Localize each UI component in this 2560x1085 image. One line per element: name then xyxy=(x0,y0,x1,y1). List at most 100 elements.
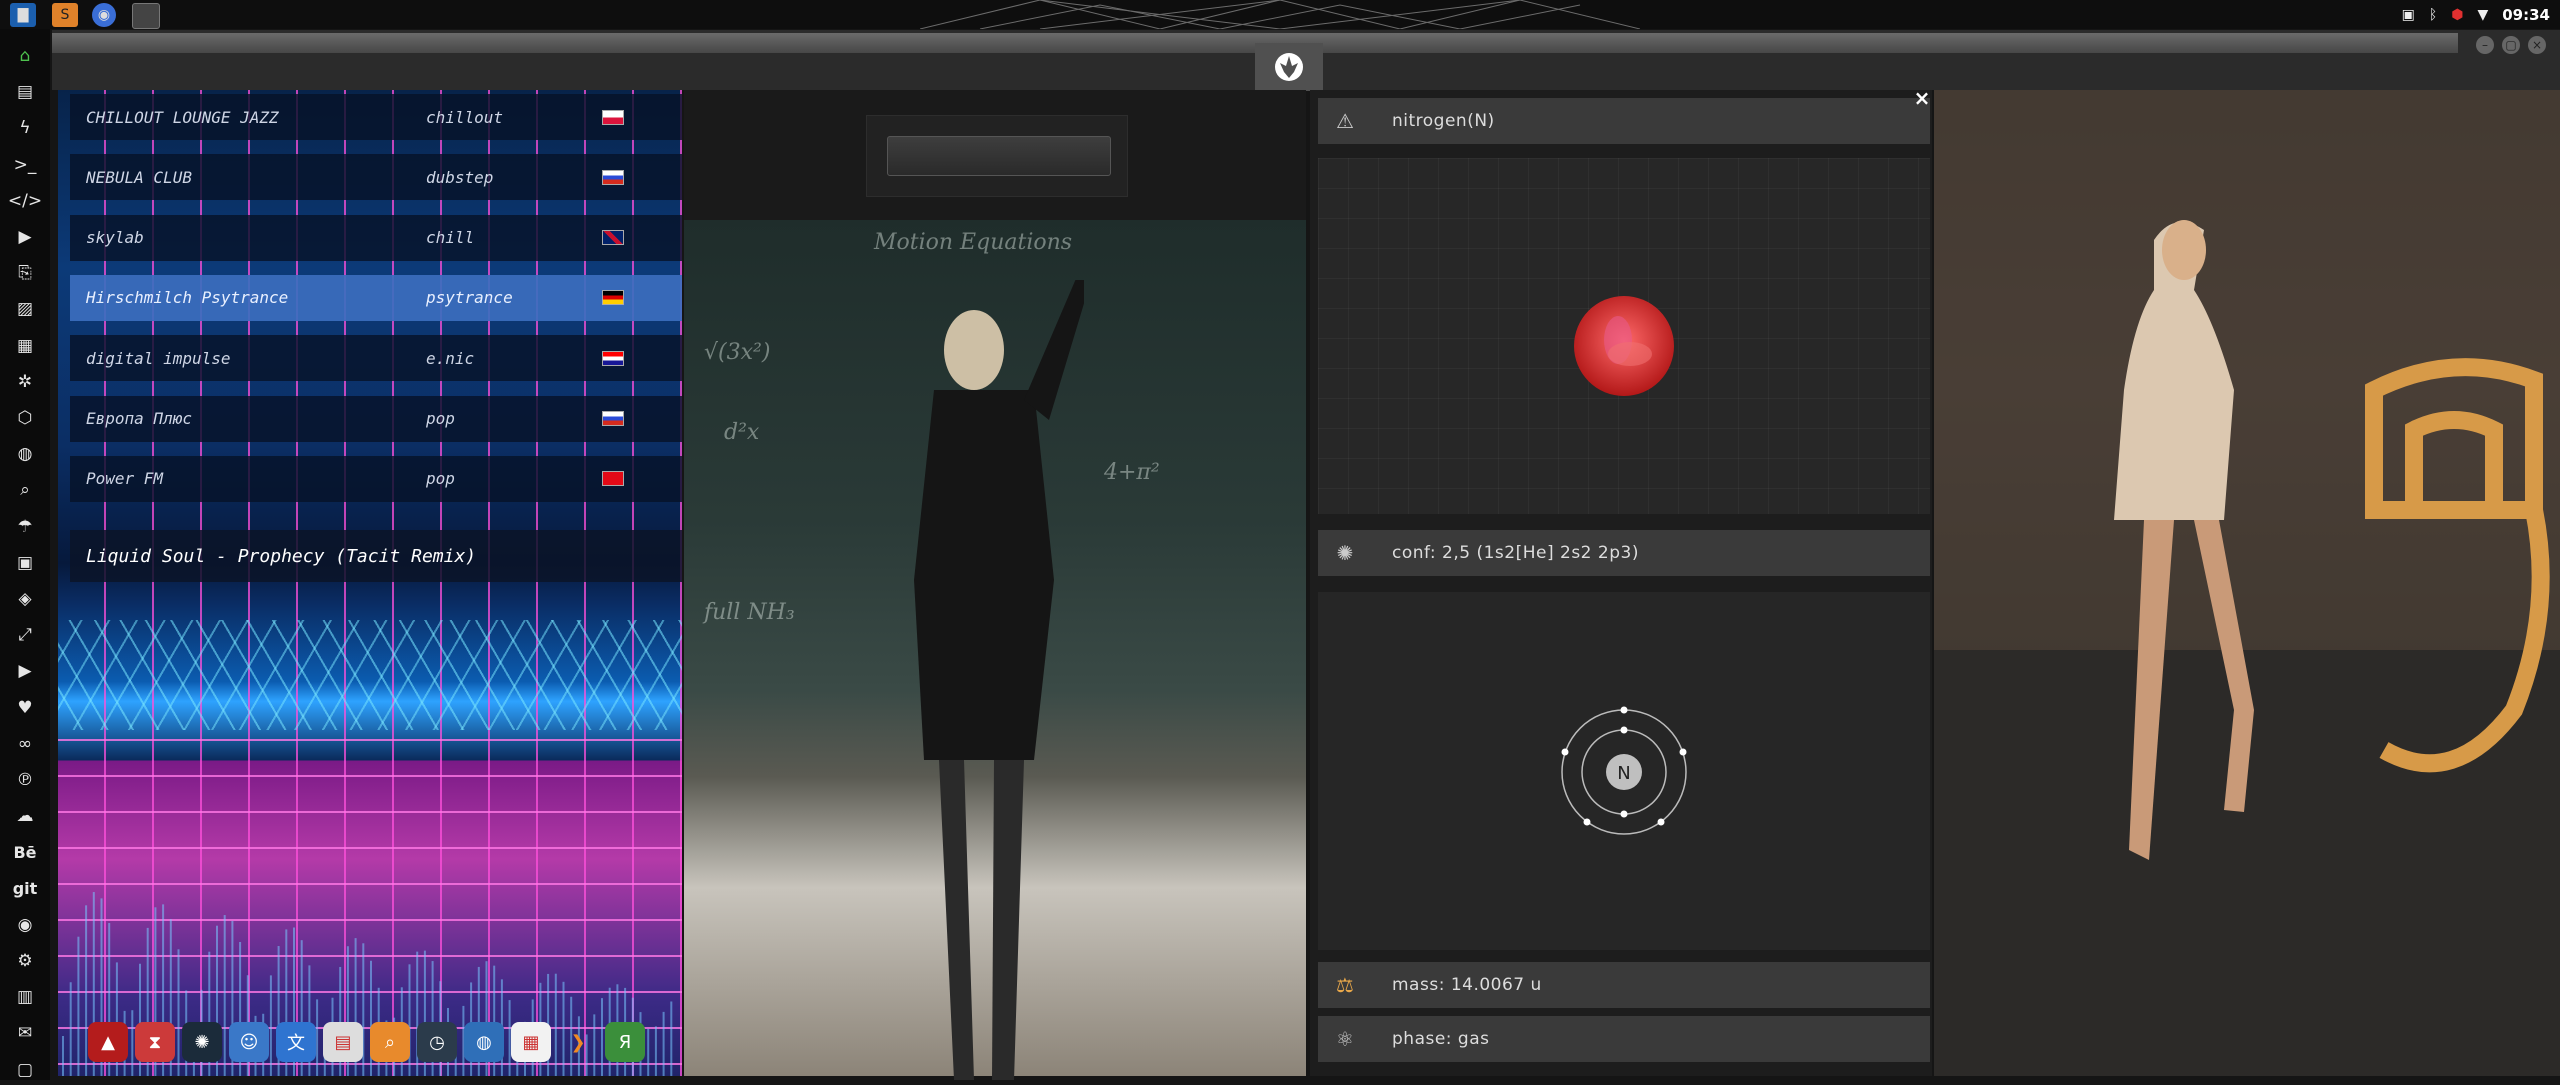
calendar-app-icon[interactable]: ▤ xyxy=(323,1022,363,1062)
close-panel-button[interactable]: × xyxy=(1912,86,1932,110)
sidebar-cloud-icon[interactable]: ☁ xyxy=(8,801,42,831)
sidebar-github-icon[interactable]: ◉ xyxy=(8,910,42,940)
sidebar-behance-icon[interactable]: Bē xyxy=(8,837,42,867)
station-name: Европа Плюс xyxy=(86,409,192,428)
station-name: CHILLOUT LOUNGE JAZZ xyxy=(86,107,279,127)
sidebar-document-icon[interactable]: ▤ xyxy=(8,77,42,107)
sidebar-copy-icon[interactable]: ⎘ xyxy=(8,258,42,288)
sidebar-search-icon[interactable]: ⌕ xyxy=(8,475,42,505)
sidebar-home-icon[interactable]: ⌂ xyxy=(8,41,42,71)
electron-config: conf: 2,5 (1s2[He] 2s2 2p3) xyxy=(1392,543,1639,563)
sidebar-news-icon[interactable]: ▦ xyxy=(8,331,42,361)
terminal-icon[interactable] xyxy=(132,3,160,29)
top-panel: ▇ S ◉ ▣ ᛒ ⬢ ▼ 09:34 xyxy=(0,0,2560,29)
flag-pl-icon xyxy=(602,109,624,125)
hourglass-icon[interactable]: ⧗ xyxy=(135,1022,175,1062)
station-genre: psytrance xyxy=(426,288,513,308)
clock-icon[interactable]: ◷ xyxy=(417,1022,457,1062)
teacher-photo: Motion Equations √(3x²) d²x 4+π² full NH… xyxy=(684,220,1306,1080)
finder-icon[interactable]: ☺ xyxy=(229,1022,269,1062)
sidebar-youtube-icon[interactable]: ▶ xyxy=(8,656,42,686)
rebel-alliance-icon[interactable] xyxy=(1255,43,1323,91)
element-name: nitrogen(N) xyxy=(1392,111,1495,131)
sidebar-play-icon[interactable]: ▶ xyxy=(8,222,42,252)
chromium-icon[interactable]: ◉ xyxy=(92,3,116,27)
sidebar-expand-icon[interactable]: ⤢ xyxy=(8,620,42,650)
shield-tray-icon[interactable]: ⬢ xyxy=(2451,7,2463,23)
browser-icon[interactable]: ◍ xyxy=(464,1022,504,1062)
visualizer-bar xyxy=(69,982,72,1076)
translate-icon[interactable]: 文 xyxy=(276,1022,316,1062)
element-symbol: N xyxy=(1617,763,1630,784)
system-tray: ▣ ᛒ ⬢ ▼ 09:34 xyxy=(2402,0,2550,29)
files-icon[interactable]: ▇ xyxy=(10,3,36,27)
sidebar-lastfm-icon[interactable]: ∞ xyxy=(8,729,42,759)
fashion-photo xyxy=(1934,90,2560,1076)
bluetooth-icon[interactable]: ᛒ xyxy=(2429,7,2437,23)
station-genre: pop xyxy=(426,409,455,428)
sidebar-map-icon[interactable]: ▥ xyxy=(8,982,42,1012)
window-titlebar: – ▢ × xyxy=(52,30,2560,91)
sidebar-chat-icon[interactable]: ▢ xyxy=(8,1055,42,1085)
photo-tray-icon[interactable]: ▣ xyxy=(2402,7,2415,23)
station-name: digital impulse xyxy=(86,348,231,368)
atom-app-icon[interactable]: ✺ xyxy=(182,1022,222,1062)
station-name: skylab xyxy=(86,228,144,248)
sidebar-settings-icon[interactable]: ✲ xyxy=(8,367,42,397)
image-search-input[interactable] xyxy=(887,136,1111,176)
sidebar-bolt-icon[interactable]: ϟ xyxy=(8,113,42,143)
forward-icon[interactable]: ❯ xyxy=(558,1022,598,1062)
flag-gb-icon xyxy=(602,230,624,246)
flag-ru-icon xyxy=(602,411,624,426)
app-dock: ▲ ⧗ ✺ ☺ 文 ▤ ⌕ ◷ ◍ ▦ ❯ Я xyxy=(88,1020,682,1064)
sidebar-hexagon-icon[interactable]: ⬡ xyxy=(8,403,42,433)
station-row[interactable]: Hirschmilch Psytrance psytrance xyxy=(70,274,682,321)
orbital-visualization xyxy=(1318,158,1930,514)
visualizer-bar xyxy=(77,936,80,1076)
flag-tr-icon xyxy=(602,471,624,487)
sidebar-contact-icon[interactable]: ▣ xyxy=(8,548,42,578)
station-row[interactable]: Европа Плюс pop xyxy=(70,395,682,442)
sublime-icon[interactable]: S xyxy=(52,3,78,27)
station-row[interactable]: digital impulse e.nic xyxy=(70,335,682,382)
element-phase: phase: gas xyxy=(1392,1029,1490,1049)
visualizer-bar xyxy=(62,1036,64,1076)
station-row[interactable]: skylab chill xyxy=(70,214,682,261)
station-row[interactable]: Power FM pop xyxy=(70,455,682,502)
sidebar-git-icon[interactable]: git xyxy=(8,874,42,904)
station-row[interactable]: CHILLOUT LOUNGE JAZZ chillout xyxy=(70,94,682,140)
bohr-model: N xyxy=(1318,592,1930,950)
close-window-button[interactable]: × xyxy=(2528,36,2546,54)
arch-icon[interactable]: ▲ xyxy=(88,1022,128,1062)
mass-row: ⚖ mass: 14.0067 u xyxy=(1318,962,1930,1008)
calendar-icon[interactable]: ▦ xyxy=(511,1022,551,1062)
phase-row: ⚛ phase: gas xyxy=(1318,1016,1930,1062)
sidebar-pinterest-icon[interactable]: ℗ xyxy=(8,765,42,795)
atom-icon: ⚛ xyxy=(1336,1027,1354,1051)
station-genre: chillout xyxy=(426,107,504,127)
launcher-sidebar: ⌂ ▤ ϟ >_ </> ▶ ⎘ ▨ ▦ ✲ ⬡ ◍ ⌕ ☂ ▣ ◈ ⤢ ▶ ♥ ∞ ℗ ☁ Bē git ◉ ⚙ ▥ ✉ ▢ xyxy=(0,29,50,1080)
electron-config-row: ✺ conf: 2,5 (1s2[He] 2s2 2p3) xyxy=(1318,530,1930,576)
flag-de-icon xyxy=(602,290,624,306)
clock[interactable]: 09:34 xyxy=(2502,6,2550,24)
teacher-figure xyxy=(914,280,1084,1080)
sidebar-tag-icon[interactable]: ◈ xyxy=(8,584,42,614)
maximize-button[interactable]: ▢ xyxy=(2502,36,2520,54)
sidebar-mail-icon[interactable]: ✉ xyxy=(8,1018,42,1048)
minimize-button[interactable]: – xyxy=(2476,36,2494,54)
sidebar-code-icon[interactable]: </> xyxy=(8,186,42,216)
sidebar-globe-icon[interactable]: ◍ xyxy=(8,439,42,469)
sidebar-umbrella-icon[interactable]: ☂ xyxy=(8,512,42,542)
element-mass: mass: 14.0067 u xyxy=(1392,975,1542,995)
sidebar-terminal-icon[interactable]: >_ xyxy=(8,150,42,180)
sidebar-image-icon[interactable]: ▨ xyxy=(8,294,42,324)
sidebar-bike-icon[interactable]: ⚙ xyxy=(8,946,42,976)
wifi-icon[interactable]: ▼ xyxy=(2477,7,2488,23)
visualizer-bar xyxy=(85,905,88,1076)
yandex-icon[interactable]: Я xyxy=(605,1022,645,1062)
station-row[interactable]: NEBULA CLUB dubstep xyxy=(70,154,682,201)
station-name: Hirschmilch Psytrance xyxy=(86,288,289,308)
sidebar-heart-icon[interactable]: ♥ xyxy=(8,693,42,723)
scale-icon: ⚖ xyxy=(1336,973,1354,997)
search-app-icon[interactable]: ⌕ xyxy=(370,1022,410,1062)
